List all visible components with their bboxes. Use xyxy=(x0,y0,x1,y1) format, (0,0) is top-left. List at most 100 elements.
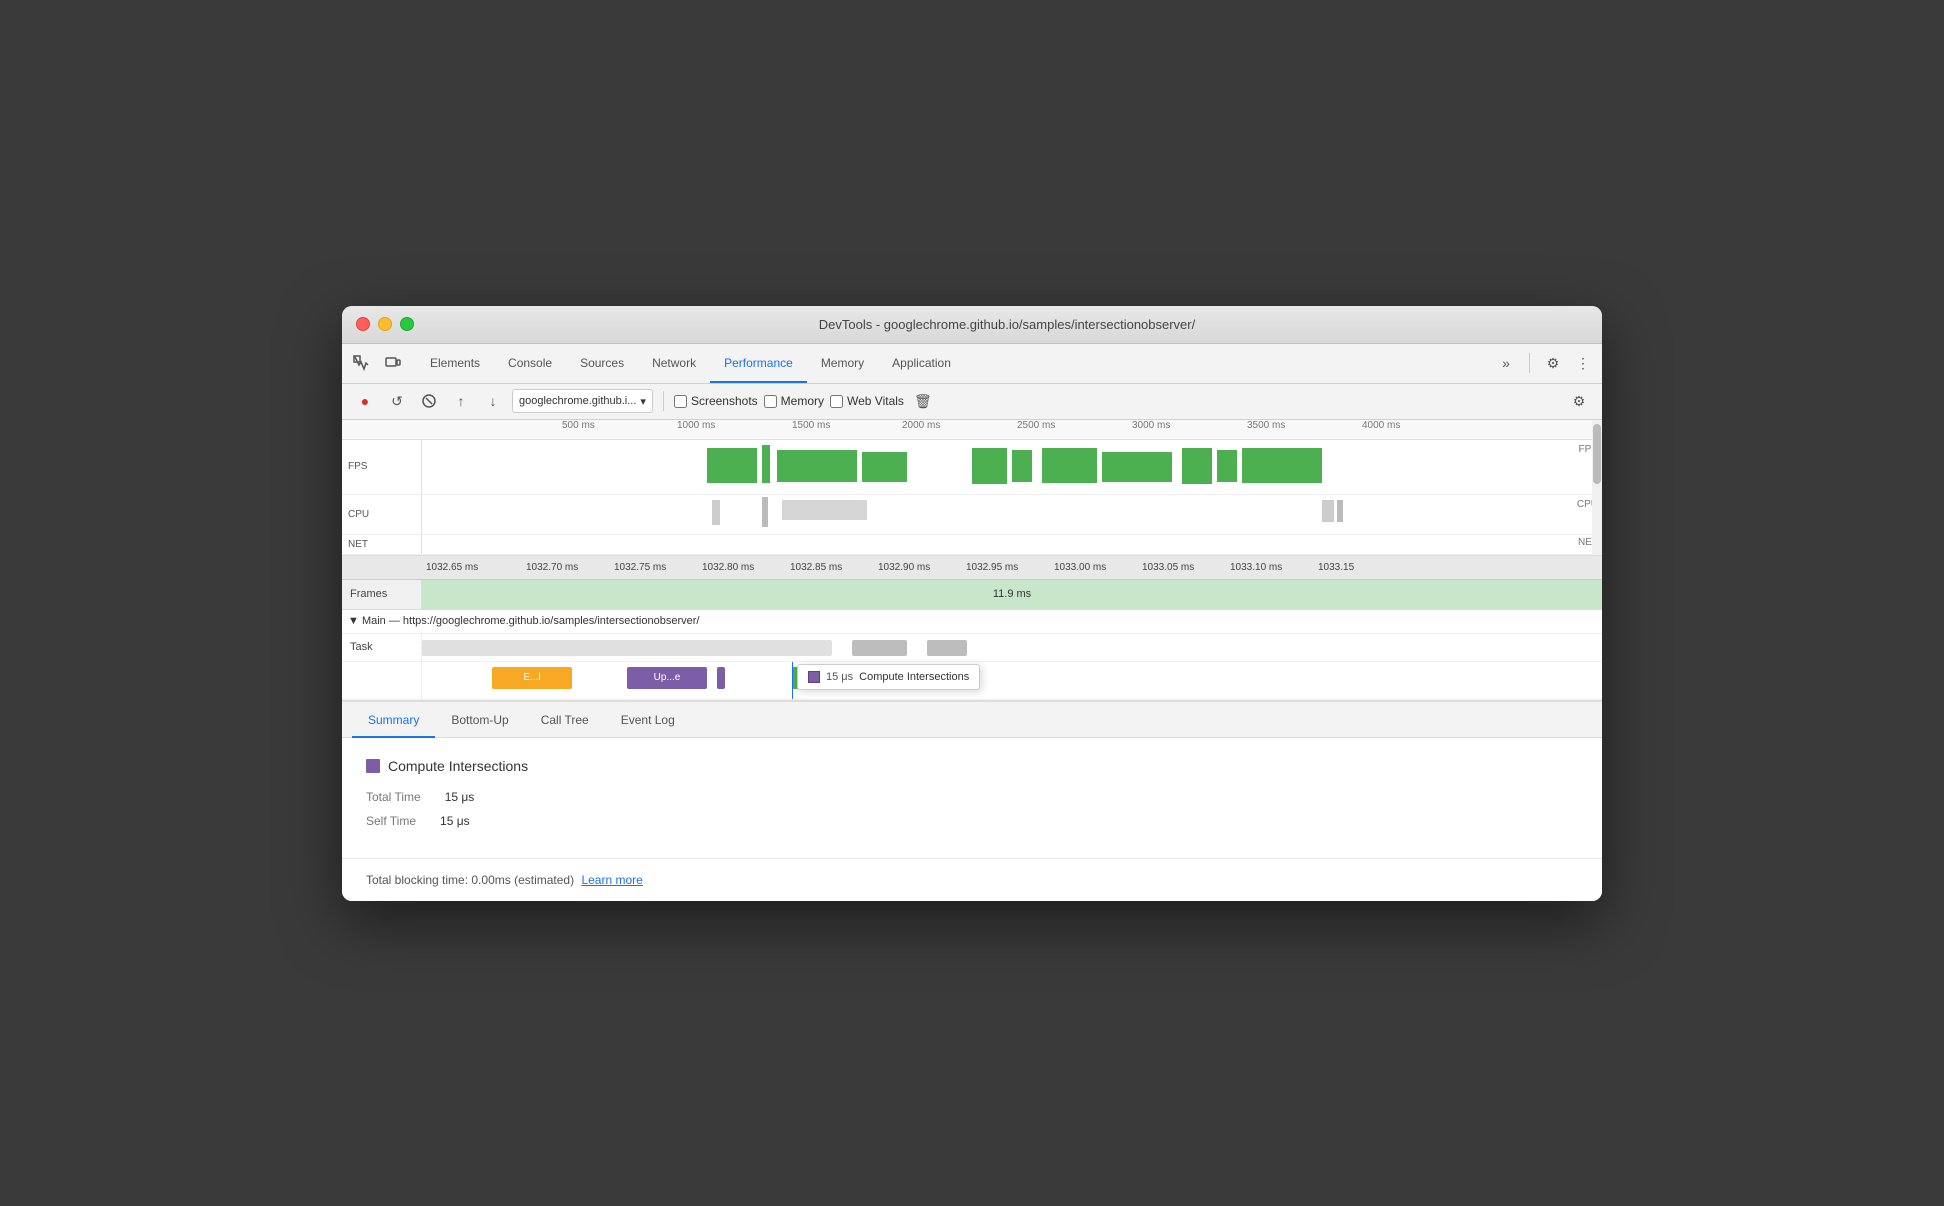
tab-bar-icons xyxy=(350,352,404,374)
tab-bar-right: » ⚙ ⋮ xyxy=(1495,352,1594,374)
bottom-panel: Summary Bottom-Up Call Tree Event Log Co… xyxy=(342,701,1602,901)
maximize-button[interactable] xyxy=(400,317,414,331)
title-bar: DevTools - googlechrome.github.io/sample… xyxy=(342,306,1602,344)
task-bar-main[interactable] xyxy=(422,640,832,656)
total-time-stat: Total Time 15 μs xyxy=(366,790,1578,804)
scrollbar-thumb[interactable] xyxy=(1593,424,1601,484)
zoomed-time-ruler: 1032.65 ms 1032.70 ms 1032.75 ms 1032.80… xyxy=(342,556,1602,580)
tick-3500ms: 3500 ms xyxy=(1247,420,1285,431)
inspect-icon[interactable] xyxy=(350,352,372,374)
zoomed-timeline: 1032.65 ms 1032.70 ms 1032.75 ms 1032.80… xyxy=(342,556,1602,701)
tab-bar: Elements Console Sources Network Perform… xyxy=(342,344,1602,384)
timeline-overview: 500 ms 1000 ms 1500 ms 2000 ms 2500 ms 3… xyxy=(342,420,1602,556)
tab-call-tree[interactable]: Call Tree xyxy=(525,702,605,738)
record-button[interactable]: ● xyxy=(352,388,378,414)
zoomed-tick-3: 1032.80 ms xyxy=(702,562,790,573)
call-frames-row: E...l Up...e Co...rs 15 μs Compute Inter… xyxy=(342,662,1602,700)
zoomed-tick-5: 1032.90 ms xyxy=(878,562,966,573)
time-ruler: 500 ms 1000 ms 1500 ms 2000 ms 2500 ms 3… xyxy=(342,420,1602,440)
devtools-window: DevTools - googlechrome.github.io/sample… xyxy=(342,306,1602,901)
summary-title: Compute Intersections xyxy=(366,758,1578,774)
zoomed-tick-8: 1033.05 ms xyxy=(1142,562,1230,573)
call-block-eval[interactable]: E...l xyxy=(492,667,572,689)
call-spacer xyxy=(342,662,422,699)
url-selector[interactable]: googlechrome.github.i... ▾ xyxy=(512,389,653,413)
fps-track: FPS xyxy=(342,440,1602,495)
task-bar-2[interactable] xyxy=(852,640,907,656)
call-content: E...l Up...e Co...rs 15 μs Compute Inter… xyxy=(422,662,1602,699)
traffic-lights xyxy=(356,317,414,331)
zoomed-tick-0: 1032.65 ms xyxy=(426,562,526,573)
tab-network[interactable]: Network xyxy=(638,343,710,383)
download-button[interactable]: ↓ xyxy=(480,388,506,414)
tick-3000ms: 3000 ms xyxy=(1132,420,1170,431)
zoomed-tick-4: 1032.85 ms xyxy=(790,562,878,573)
tick-1000ms: 1000 ms xyxy=(677,420,715,431)
more-options-icon[interactable]: ⋮ xyxy=(1572,352,1594,374)
cpu-content: CPU xyxy=(422,495,1602,534)
web-vitals-checkbox[interactable]: Web Vitals xyxy=(830,394,904,408)
tick-2000ms: 2000 ms xyxy=(902,420,940,431)
divider xyxy=(1529,353,1530,373)
performance-toolbar: ● ↺ ↑ ↓ googlechrome.github.i... ▾ Scree… xyxy=(342,384,1602,420)
tab-elements[interactable]: Elements xyxy=(416,343,494,383)
frames-row: Frames 11.9 ms xyxy=(342,580,1602,610)
close-button[interactable] xyxy=(356,317,370,331)
toolbar-divider xyxy=(663,391,664,411)
tick-500ms: 500 ms xyxy=(562,420,595,431)
tab-summary[interactable]: Summary xyxy=(352,702,435,738)
task-bar-3[interactable] xyxy=(927,640,967,656)
net-label: NET xyxy=(342,535,422,554)
tick-2500ms: 2500 ms xyxy=(1017,420,1055,431)
upload-button[interactable]: ↑ xyxy=(448,388,474,414)
delete-recording-button[interactable]: 🗑 xyxy=(910,388,936,414)
tab-sources[interactable]: Sources xyxy=(566,343,638,383)
tab-event-log[interactable]: Event Log xyxy=(605,702,691,738)
cursor-line xyxy=(792,662,793,699)
main-thread-header: ▼ Main — https://googlechrome.github.io/… xyxy=(342,610,1602,634)
performance-settings-icon[interactable]: ⚙ xyxy=(1566,388,1592,414)
tab-application[interactable]: Application xyxy=(878,343,965,383)
devtools-body: Elements Console Sources Network Perform… xyxy=(342,344,1602,901)
window-title: DevTools - googlechrome.github.io/sample… xyxy=(426,317,1588,332)
total-blocking-row: Total blocking time: 0.00ms (estimated) … xyxy=(342,858,1602,901)
task-row: Task xyxy=(342,634,1602,662)
zoomed-tick-1: 1032.70 ms xyxy=(526,562,614,573)
bottom-tabs: Summary Bottom-Up Call Tree Event Log xyxy=(342,702,1602,738)
call-block-update[interactable]: Up...e xyxy=(627,667,707,689)
zoomed-tick-6: 1032.95 ms xyxy=(966,562,1054,573)
reload-button[interactable]: ↺ xyxy=(384,388,410,414)
zoomed-tick-2: 1032.75 ms xyxy=(614,562,702,573)
dropdown-arrow-icon: ▾ xyxy=(640,395,646,408)
call-block-small[interactable] xyxy=(717,667,725,689)
task-label: Task xyxy=(342,634,422,661)
memory-checkbox[interactable]: Memory xyxy=(764,394,824,408)
settings-tab-icon[interactable]: ⚙ xyxy=(1542,352,1564,374)
tick-1500ms: 1500 ms xyxy=(792,420,830,431)
tab-memory[interactable]: Memory xyxy=(807,343,878,383)
summary-color-indicator xyxy=(366,759,380,773)
task-bars xyxy=(422,634,1602,661)
device-toolbar-icon[interactable] xyxy=(382,352,404,374)
timeline-scrollbar[interactable] xyxy=(1592,420,1602,555)
frames-content: 11.9 ms xyxy=(422,580,1602,609)
tab-performance[interactable]: Performance xyxy=(710,343,807,383)
cpu-track: CPU CPU xyxy=(342,495,1602,535)
learn-more-link[interactable]: Learn more xyxy=(581,873,642,887)
tab-console[interactable]: Console xyxy=(494,343,566,383)
clear-button[interactable] xyxy=(416,388,442,414)
screenshots-checkbox[interactable]: Screenshots xyxy=(674,394,758,408)
more-tabs-icon[interactable]: » xyxy=(1495,352,1517,374)
fps-content: FPS xyxy=(422,440,1602,494)
tooltip-color-box xyxy=(808,671,820,683)
tooltip: 15 μs Compute Intersections xyxy=(797,664,980,690)
summary-content: Compute Intersections Total Time 15 μs S… xyxy=(342,738,1602,858)
zoomed-tick-9: 1033.10 ms xyxy=(1230,562,1318,573)
minimize-button[interactable] xyxy=(378,317,392,331)
self-time-stat: Self Time 15 μs xyxy=(366,814,1578,828)
zoomed-tick-10: 1033.15 xyxy=(1318,562,1406,573)
tab-bottom-up[interactable]: Bottom-Up xyxy=(435,702,524,738)
zoomed-tick-7: 1033.00 ms xyxy=(1054,562,1142,573)
net-content: NET xyxy=(422,535,1602,554)
tick-4000ms: 4000 ms xyxy=(1362,420,1400,431)
